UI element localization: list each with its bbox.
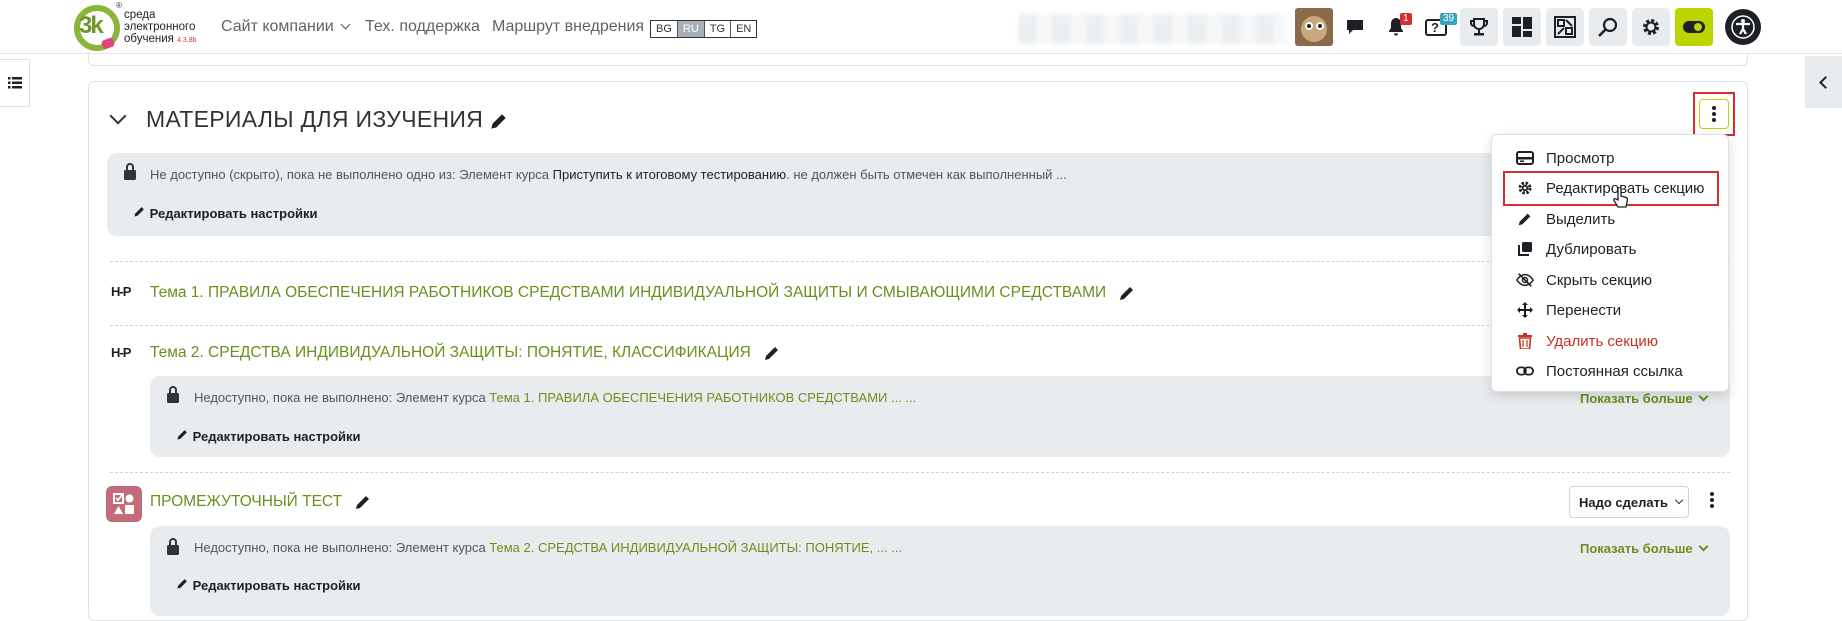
divider — [110, 472, 1730, 473]
lock-icon — [167, 386, 179, 403]
menu-item-move[interactable]: Перенести — [1516, 297, 1621, 323]
edit-activity-icon[interactable] — [354, 493, 372, 511]
dashboard-icon[interactable] — [1503, 8, 1541, 46]
messages-icon[interactable] — [1336, 8, 1374, 46]
edit-section-highlight — [1503, 171, 1719, 206]
pencil-icon — [1516, 210, 1534, 228]
h5p-icon: H-P — [111, 284, 131, 299]
show-more-link[interactable]: Показать больше — [1580, 391, 1709, 406]
quiz-icon — [106, 486, 142, 522]
view-icon — [1516, 149, 1534, 167]
top-navbar: 3k ® среда электронного обучения 4.3.8b … — [0, 0, 1842, 54]
edit-settings-link[interactable]: Редактировать настройки — [133, 205, 318, 221]
divider — [110, 325, 1730, 326]
restriction-link[interactable]: Тема 2. СРЕДСТВА ИНДИВИДУАЛЬНОЙ ЗАЩИТЫ: … — [489, 540, 902, 555]
divider — [110, 261, 1730, 262]
edit-settings-link[interactable]: Редактировать настройки — [176, 428, 361, 444]
edit-activity-icon[interactable] — [763, 344, 781, 362]
menu-item-view[interactable]: Просмотр — [1516, 145, 1615, 171]
move-icon — [1516, 301, 1534, 319]
menu-item-delete-section[interactable]: Удалить секцию — [1516, 328, 1658, 354]
logo-text: среда электронного обучения 4.3.8b — [124, 9, 197, 45]
questions-badge: 39 — [1440, 13, 1458, 25]
lock-icon — [167, 538, 179, 555]
activity-link-topic-2[interactable]: Тема 2. СРЕДСТВА ИНДИВИДУАЛЬНОЙ ЗАЩИТЫ: … — [150, 344, 781, 362]
todo-dropdown-button[interactable]: Надо сделать — [1569, 486, 1689, 518]
list-icon — [7, 77, 22, 89]
link-icon — [1516, 362, 1534, 380]
edit-title-icon[interactable] — [490, 112, 508, 130]
nav-support[interactable]: Тех. поддержка — [365, 18, 480, 36]
eye-slash-icon — [1516, 271, 1534, 289]
help-icon[interactable]: ? 39 — [1417, 8, 1458, 46]
avatar[interactable] — [1295, 8, 1333, 46]
logo-mark: 3k ® — [72, 1, 122, 53]
language-switcher: BG RU TG EN — [650, 20, 758, 38]
previous-section-card — [88, 52, 1748, 66]
course-index-toggle[interactable] — [0, 59, 30, 107]
lang-tg[interactable]: TG — [704, 21, 732, 37]
menu-item-duplicate[interactable]: Дублировать — [1516, 236, 1636, 262]
bell-icon[interactable]: 1 — [1377, 8, 1415, 46]
restriction-text: Недоступно, пока не выполнено: Элемент к… — [194, 540, 903, 555]
activity-actions-kebab-icon[interactable] — [1710, 492, 1714, 508]
menu-item-highlight[interactable]: Выделить — [1516, 206, 1615, 232]
chevron-left-icon — [1819, 75, 1832, 89]
chevron-down-icon — [340, 19, 351, 30]
lang-ru[interactable]: RU — [677, 21, 705, 37]
chevron-down-icon — [1698, 541, 1709, 552]
right-drawer-toggle[interactable] — [1805, 56, 1842, 108]
pencil-icon — [177, 430, 187, 440]
restriction-link[interactable]: Тема 1. ПРАВИЛА ОБЕСПЕЧЕНИЯ РАБОТНИКОВ С… — [489, 390, 916, 405]
activity-restriction-box: Недоступно, пока не выполнено: Элемент к… — [150, 526, 1730, 616]
edit-activity-icon[interactable] — [1118, 284, 1136, 302]
menu-item-permalink[interactable]: Постоянная ссылка — [1516, 358, 1683, 384]
nav-company-site[interactable]: Сайт компании — [221, 18, 351, 36]
duplicate-icon — [1516, 240, 1534, 258]
site-logo[interactable]: 3k ® среда электронного обучения 4.3.8b — [72, 1, 208, 54]
trash-icon — [1516, 332, 1534, 350]
search-icon[interactable] — [1589, 8, 1627, 46]
h5p-icon: H-P — [111, 345, 131, 360]
restriction-text: Недоступно, пока не выполнено: Элемент к… — [194, 390, 917, 405]
logo-version: 4.3.8b — [177, 37, 197, 44]
chevron-down-icon — [1698, 391, 1709, 402]
accessibility-icon[interactable] — [1725, 9, 1761, 45]
theme-toggle-icon[interactable] — [1675, 8, 1713, 46]
show-more-link[interactable]: Показать больше — [1580, 541, 1709, 556]
activity-link-topic-1[interactable]: Тема 1. ПРАВИЛА ОБЕСПЕЧЕНИЯ РАБОТНИКОВ С… — [150, 284, 1136, 302]
activity-link-quiz[interactable]: ПРОМЕЖУТОЧНЫЙ ТЕСТ — [150, 493, 372, 511]
menu-item-hide-section[interactable]: Скрыть секцию — [1516, 267, 1652, 293]
user-name-blurred[interactable] — [1018, 14, 1288, 44]
nav-roadmap[interactable]: Маршрут внедрения — [492, 18, 644, 36]
trophy-icon[interactable] — [1460, 8, 1498, 46]
pencil-icon — [134, 207, 144, 217]
pencil-icon — [177, 579, 187, 589]
layout-icon[interactable] — [1546, 8, 1584, 46]
lang-en[interactable]: EN — [731, 21, 757, 37]
section-restriction-box: Не доступно (скрыто), пока не выполнено … — [107, 153, 1507, 236]
edit-settings-link[interactable]: Редактировать настройки — [176, 577, 361, 593]
hand-cursor-icon — [1613, 187, 1629, 208]
kebab-icon — [1712, 106, 1716, 122]
lang-bg[interactable]: BG — [651, 21, 678, 37]
chevron-down-icon — [1674, 495, 1684, 505]
gear-icon[interactable] — [1632, 8, 1670, 46]
section-actions-button[interactable] — [1693, 92, 1735, 136]
lock-icon — [124, 163, 136, 180]
notifications-badge: 1 — [1400, 13, 1412, 25]
section-title: МАТЕРИАЛЫ ДЛЯ ИЗУЧЕНИЯ — [146, 106, 508, 133]
svg-text:?: ? — [1431, 20, 1439, 35]
restriction-text: Не доступно (скрыто), пока не выполнено … — [150, 167, 1067, 182]
